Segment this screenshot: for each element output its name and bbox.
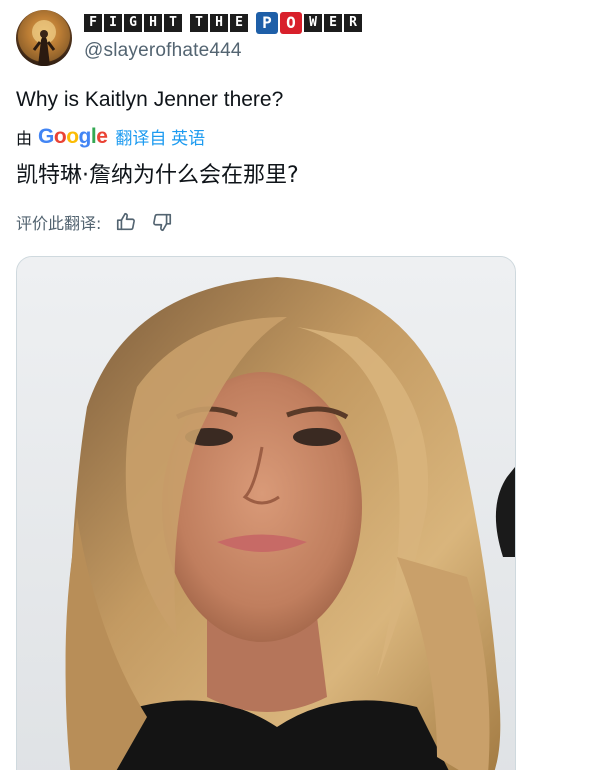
name-letter: I bbox=[104, 14, 122, 32]
author-avatar[interactable] bbox=[16, 10, 72, 66]
name-letter: O bbox=[280, 12, 302, 34]
photo-image bbox=[17, 257, 515, 770]
rate-translation-label: 评价此翻译: bbox=[16, 214, 102, 233]
google-logo: Google bbox=[38, 124, 108, 148]
tweet-post: F I G H T T H E P O W E R @slayerofhate4… bbox=[0, 0, 615, 770]
translated-from-link[interactable]: 翻译自 英语 bbox=[115, 124, 205, 149]
translation-attribution: 由 Google 翻译自 英语 bbox=[16, 124, 205, 149]
name-letter: W bbox=[304, 14, 322, 32]
name-letter: H bbox=[210, 14, 228, 32]
rate-translation: 评价此翻译: bbox=[16, 210, 173, 234]
name-letter: T bbox=[190, 14, 208, 32]
translated-text: 凯特琳·詹纳为什么会在那里? bbox=[16, 163, 299, 188]
name-letter: R bbox=[344, 14, 362, 32]
name-letter: P bbox=[256, 12, 278, 34]
name-letter: E bbox=[324, 14, 342, 32]
thumbs-down-icon[interactable] bbox=[151, 211, 173, 233]
author-display-name[interactable]: F I G H T T H E P O W E R bbox=[84, 12, 362, 34]
name-letter: G bbox=[124, 14, 142, 32]
author-handle[interactable]: @slayerofhate444 bbox=[84, 40, 242, 62]
name-letter: E bbox=[230, 14, 248, 32]
thumbs-up-icon[interactable] bbox=[115, 211, 137, 233]
name-letter: F bbox=[84, 14, 102, 32]
avatar-image bbox=[18, 10, 70, 66]
tweet-photo[interactable] bbox=[16, 256, 516, 770]
translated-by-label: 由 bbox=[16, 130, 33, 148]
name-letter: T bbox=[164, 14, 182, 32]
tweet-text: Why is Kaitlyn Jenner there? bbox=[16, 88, 284, 111]
name-letter: H bbox=[144, 14, 162, 32]
